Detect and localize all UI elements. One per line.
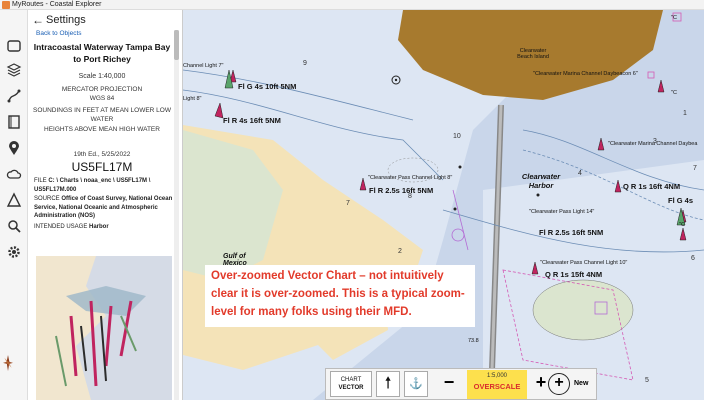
chart-mode-value: VECTOR — [338, 385, 364, 391]
boat-icon: ⚓ — [409, 378, 423, 390]
label-q-r-1s-15: Q R 1s 15ft 4NM — [545, 270, 603, 279]
label-fl-g-4s: Fl G 4s 10ft 5NM — [238, 82, 297, 91]
depth-5: 5 — [645, 377, 649, 384]
book-icon[interactable] — [6, 114, 22, 130]
depth-7: 7 — [346, 200, 350, 207]
back-arrow-icon[interactable]: ← — [32, 12, 44, 28]
label-c-right-mid: "C — [671, 90, 677, 96]
depth-7b: 7 — [693, 165, 697, 172]
label-c-right-top: "C — [671, 15, 677, 21]
source-row: SOURCE Office of Coast Survey, National … — [34, 195, 174, 221]
depth-10: 10 — [453, 133, 461, 140]
back-to-objects-link[interactable]: Back to Objects — [36, 30, 82, 37]
file-label: FILE — [34, 178, 47, 184]
label-clearwater-harbor: Clearwater Harbor — [521, 172, 561, 190]
weather-icon[interactable] — [6, 166, 22, 182]
chart-mode-button[interactable]: CHART VECTOR — [330, 371, 372, 397]
file-value: C: \ Charts \ noaa_enc \ US5FL17M \ US5F… — [34, 178, 151, 193]
boat-button[interactable]: ⚓ — [404, 371, 428, 397]
chart-id: US5FL17M — [71, 160, 133, 174]
depth-2: 2 — [398, 248, 402, 255]
scale-value: 1:5,000 — [486, 373, 508, 379]
chart-projection: MERCATOR PROJECTION — [61, 86, 143, 93]
panel-icon[interactable] — [6, 38, 22, 54]
new-button-label[interactable]: New — [574, 380, 588, 387]
chart-datum: WGS 84 — [89, 95, 115, 102]
depth-6: 6 — [691, 255, 695, 262]
usage-label: INTENDED USAGE — [34, 224, 88, 230]
chart-heights: HEIGHTS ABOVE MEAN HIGH WATER — [44, 126, 160, 133]
settings-icon[interactable] — [6, 244, 22, 260]
chart-view[interactable]: Channel Light 7" Fl G 4s 10ft 5NM Light … — [183, 10, 704, 400]
chart-edition: 19th Ed., 5/25/2022 — [73, 151, 131, 158]
marker-icon[interactable] — [6, 140, 22, 156]
label-fl-r-25: Fl R 2.5s 16ft 5NM — [369, 186, 434, 195]
north-up-button[interactable]: 🠕 — [376, 371, 400, 397]
label-fl-r-25-b: Fl R 2.5s 16ft 5NM — [539, 228, 604, 237]
layers-icon[interactable] — [6, 62, 22, 78]
chart-soundings: SOUNDINGS IN FEET AT MEAN LOWER LOW WATE… — [33, 107, 171, 123]
window-title: MyRoutes - Coastal Explorer — [12, 1, 102, 8]
search-icon[interactable] — [6, 218, 22, 234]
label-pass-light-10: "Clearwater Pass Channel Light 10" — [540, 260, 628, 266]
depth-1: 1 — [683, 110, 687, 117]
settings-title: Settings — [46, 14, 86, 26]
label-q-r-1s-4nm: Q R 1s 16ft 4NM — [623, 182, 681, 191]
usage-row: INTENDED USAGE Harbor — [34, 223, 174, 232]
zoom-out-button[interactable]: − — [438, 373, 460, 395]
label-pass-light-8: "Clearwater Pass Channel Light 8" — [368, 175, 453, 181]
file-row: FILE C: \ Charts \ noaa_enc \ US5FL17M \… — [34, 177, 174, 194]
panel-scrollbar[interactable] — [174, 30, 179, 400]
depth-9: 9 — [303, 60, 307, 67]
icon-rail — [0, 10, 28, 400]
new-plus-icon[interactable]: + — [548, 373, 570, 395]
settings-header: ← Settings — [32, 12, 182, 28]
arrow-up-icon: 🠕 — [384, 375, 392, 392]
app-icon — [2, 1, 10, 9]
depth-3: 3 — [653, 138, 657, 145]
triangle-icon[interactable] — [6, 192, 22, 208]
chart-name: Intracoastal Waterway Tampa Bay to Port … — [33, 42, 171, 64]
label-light-8: Light 8" — [183, 96, 202, 102]
label-elevation: 73.8 — [468, 338, 479, 344]
source-label: SOURCE — [34, 196, 60, 202]
scale-indicator: 1:5,000 OVERSCALE — [467, 370, 527, 399]
chart-scale: Scale 1:40,000 — [78, 73, 126, 80]
depth-8: 8 — [408, 193, 412, 200]
label-marina-db6: "Clearwater Marina Channel Daybeacon 6" — [533, 71, 638, 77]
label-beach-island: Clearwater Beach Island — [517, 48, 549, 60]
compass-rose-icon — [3, 355, 13, 371]
annotation-note: Over-zoomed Vector Chart – not intuitive… — [205, 265, 475, 327]
route-icon[interactable] — [6, 88, 22, 104]
label-c-right-low: "C — [679, 222, 685, 228]
overscale-label: OVERSCALE — [473, 382, 521, 391]
label-channel-light-7: Channel Light 7" — [183, 63, 224, 69]
settings-panel: ← Settings Back to Objects Intracoastal … — [28, 10, 183, 400]
usage-value: Harbor — [89, 224, 109, 230]
depth-4: 4 — [578, 170, 582, 177]
scrollbar-thumb[interactable] — [174, 30, 179, 60]
title-bar: MyRoutes - Coastal Explorer — [0, 0, 704, 10]
label-fl-r-4s: Fl R 4s 16ft 5NM — [223, 116, 281, 125]
chart-mode-label: CHART — [340, 377, 362, 383]
chart-toolbar: CHART VECTOR 🠕 ⚓ − 1:5,000 OVERSCALE + +… — [325, 368, 597, 400]
label-fl-g-right: Fl G 4s — [668, 196, 694, 205]
label-pass-light-14: "Clearwater Pass Light 14" — [529, 209, 595, 215]
chart-canvas[interactable] — [183, 10, 704, 400]
chart-thumbnail[interactable] — [36, 256, 172, 400]
